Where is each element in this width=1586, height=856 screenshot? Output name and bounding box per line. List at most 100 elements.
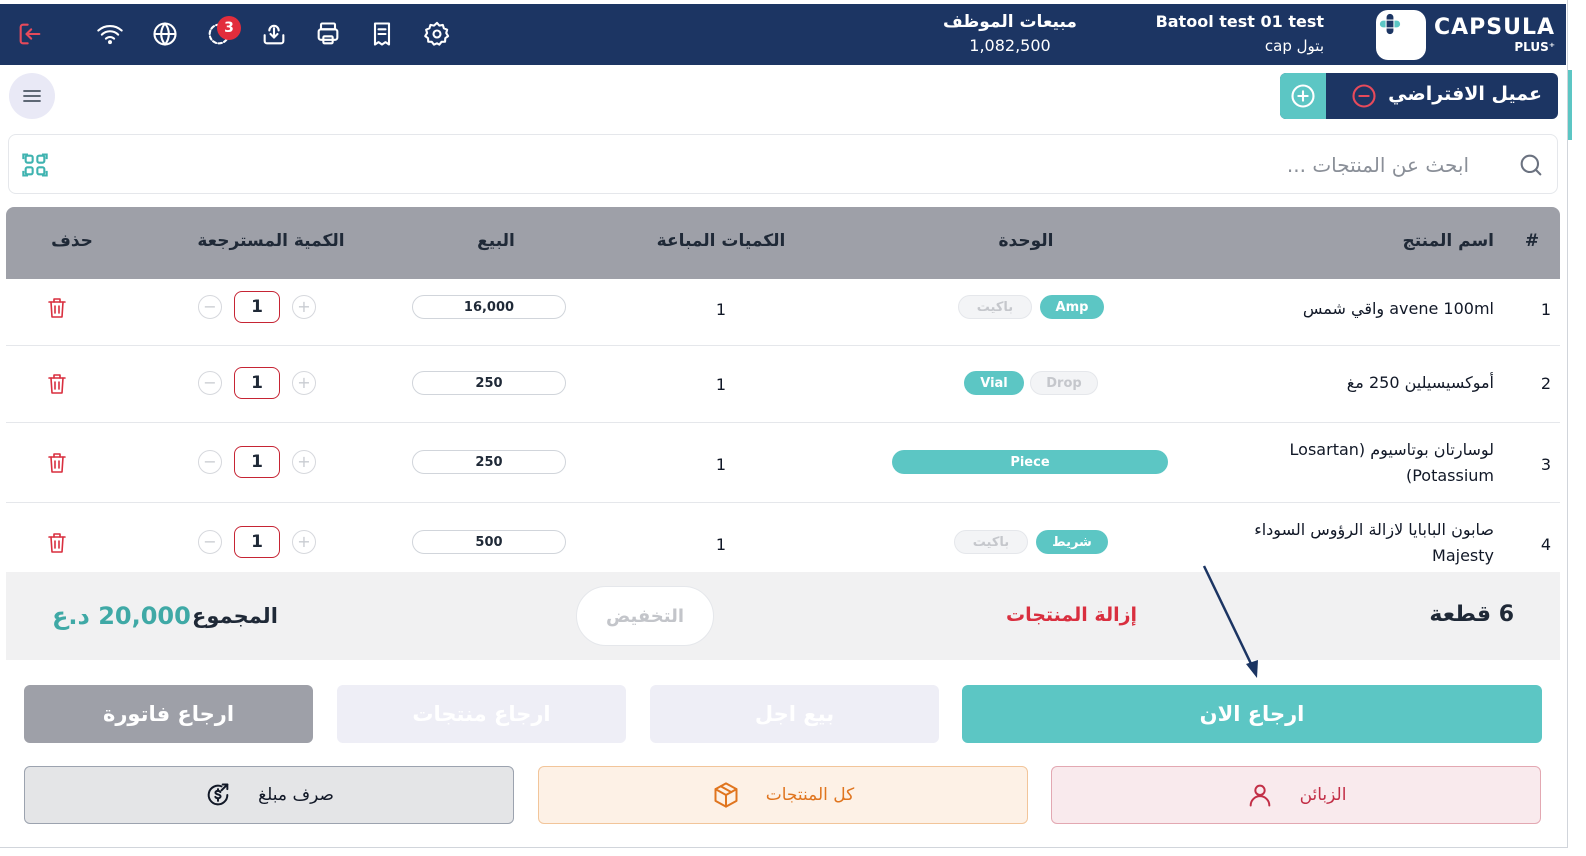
- capsula-logo-icon: [1376, 10, 1426, 60]
- unit-option-active[interactable]: شريط: [1036, 530, 1108, 554]
- customers-label: الزبائن: [1299, 785, 1347, 805]
- logout-icon[interactable]: [14, 18, 46, 50]
- total-label: المجموع: [192, 604, 278, 628]
- unit-option-active[interactable]: Piece: [892, 450, 1168, 474]
- unit-option[interactable]: باكيت: [954, 530, 1028, 554]
- product-name: avene 100ml واقي شمس: [1302, 299, 1494, 318]
- printer-icon[interactable]: [312, 18, 344, 50]
- return-qty-input[interactable]: 1: [234, 367, 280, 399]
- menu-button[interactable]: [9, 73, 55, 119]
- brand-sub: PLUS⁺: [1514, 40, 1556, 54]
- unit-option[interactable]: Drop: [1030, 371, 1098, 395]
- summary-bar: 6 قطعة إزالة المنتجات التخفيض المجموع 20…: [6, 572, 1560, 660]
- remove-customer-button[interactable]: [1350, 82, 1378, 110]
- user-icon: [1249, 784, 1270, 807]
- all-products-button[interactable]: كل المنتجات: [538, 766, 1028, 824]
- top-bar: 3 مبيعات الموظف 1,082,500 Batool test 01…: [0, 4, 1566, 65]
- table-body: 1 avene 100ml واقي شمس Amp باكيت 1 16,00…: [6, 279, 1560, 572]
- search-input[interactable]: [169, 149, 1469, 181]
- col-index: #: [1524, 231, 1540, 251]
- trash-icon[interactable]: [46, 451, 68, 475]
- return-qty-input[interactable]: 1: [234, 526, 280, 558]
- spend-amount-button[interactable]: صرف مبلغ: [24, 766, 514, 824]
- decrement-button[interactable]: −: [198, 295, 222, 319]
- dollar-circle-icon: [207, 783, 229, 806]
- row-index: 3: [1540, 455, 1552, 474]
- spend-amount-label: صرف مبلغ: [258, 785, 334, 805]
- sale-price-input[interactable]: 250: [412, 450, 566, 474]
- col-delete: حذف: [51, 231, 93, 251]
- app-window: 3 مبيعات الموظف 1,082,500 Batool test 01…: [0, 0, 1568, 848]
- remove-products-button[interactable]: إزالة المنتجات: [1006, 604, 1137, 626]
- gear-icon[interactable]: [421, 18, 453, 50]
- user-name: Batool test 01 test: [1155, 12, 1324, 31]
- return-qty-input[interactable]: 1: [234, 291, 280, 323]
- unit-option-active[interactable]: Amp: [1040, 295, 1104, 319]
- sale-price-input[interactable]: 500: [412, 530, 566, 554]
- side-panel-edge: [1568, 0, 1586, 856]
- minus-circle-icon: [1352, 84, 1376, 108]
- decrement-button[interactable]: −: [198, 530, 222, 554]
- trash-icon[interactable]: [46, 296, 68, 320]
- annotation-arrow-icon: [1202, 565, 1258, 678]
- product-name: لوسارتان بوتاسيوم (Losartan Potassium): [1289, 440, 1494, 485]
- unit-option-active[interactable]: Vial: [964, 371, 1024, 395]
- sold-qty: 1: [715, 455, 727, 474]
- sold-qty: 1: [715, 535, 727, 554]
- box-icon: [714, 782, 738, 808]
- row-index: 2: [1540, 374, 1552, 393]
- all-products-label: كل المنتجات: [765, 785, 855, 805]
- unit-option[interactable]: باكيت: [958, 295, 1032, 319]
- decrement-button[interactable]: −: [198, 450, 222, 474]
- brand-name: CAPSULA: [1434, 15, 1556, 40]
- increment-button[interactable]: +: [292, 530, 316, 554]
- brand-logo: CAPSULA PLUS⁺: [1376, 10, 1556, 60]
- table-row: 3 لوسارتان بوتاسيوم (Losartan Potassium)…: [6, 423, 1560, 503]
- col-name: اسم المنتج: [1402, 231, 1494, 251]
- search-icon: [1517, 151, 1545, 179]
- trash-icon[interactable]: [46, 531, 68, 555]
- decrement-button[interactable]: −: [198, 371, 222, 395]
- employee-sales: مبيعات الموظف 1,082,500: [930, 12, 1090, 55]
- globe-icon[interactable]: [149, 18, 181, 50]
- sales-title: مبيعات الموظف: [943, 12, 1077, 32]
- increment-button[interactable]: +: [292, 295, 316, 319]
- return-products-button[interactable]: ارجاع منتجات: [337, 685, 626, 743]
- sold-qty: 1: [715, 300, 727, 319]
- customer-selector[interactable]: عميل الافتراضي: [1280, 73, 1558, 119]
- row-index: 4: [1540, 535, 1552, 554]
- receipt-icon[interactable]: [366, 18, 398, 50]
- total-value: 20,000 د.ع: [52, 602, 191, 630]
- sell-later-button[interactable]: بيع اجل: [650, 685, 939, 743]
- sale-price-input[interactable]: 16,000: [412, 295, 566, 319]
- table-row: 4 صابون البابايا لازالة الرؤوس السوداء M…: [6, 503, 1560, 572]
- discount-button[interactable]: التخفيض: [576, 586, 714, 646]
- col-sold-qty: الكميات المباعة: [656, 231, 786, 251]
- sales-value: 1,082,500: [969, 36, 1051, 55]
- table-header: # اسم المنتج الوحدة الكميات المباعة البي…: [6, 207, 1560, 279]
- plus-circle-icon: [1291, 84, 1315, 108]
- qr-scan-icon[interactable]: [21, 151, 49, 179]
- return-qty-input[interactable]: 1: [234, 446, 280, 478]
- col-sale: البيع: [477, 231, 515, 251]
- increment-button[interactable]: +: [292, 371, 316, 395]
- return-invoice-button[interactable]: ارجاع فاتورة: [24, 685, 313, 743]
- sold-qty: 1: [715, 375, 727, 394]
- return-now-button[interactable]: ارجاع الان: [962, 685, 1542, 743]
- user-info: Batool test 01 test بتول cap: [1120, 12, 1324, 55]
- sale-price-input[interactable]: 250: [412, 371, 566, 395]
- increment-button[interactable]: +: [292, 450, 316, 474]
- product-name: أموكسيسيلين 250 مغ: [1346, 373, 1494, 392]
- customers-button[interactable]: الزبائن: [1051, 766, 1541, 824]
- add-customer-button[interactable]: [1280, 73, 1326, 119]
- wifi-icon[interactable]: [94, 18, 126, 50]
- trash-icon[interactable]: [46, 372, 68, 396]
- product-search: [8, 134, 1558, 194]
- download-icon[interactable]: [258, 18, 290, 50]
- sync-badge: 3: [217, 16, 241, 40]
- items-count: 6 قطعة: [1429, 602, 1514, 627]
- customer-name: عميل الافتراضي: [1388, 83, 1542, 105]
- hamburger-icon: [23, 90, 41, 102]
- table-row: 2 أموكسيسيلين 250 مغ Drop Vial 1 250 − 1…: [6, 346, 1560, 423]
- user-subtitle: بتول cap: [1264, 37, 1324, 55]
